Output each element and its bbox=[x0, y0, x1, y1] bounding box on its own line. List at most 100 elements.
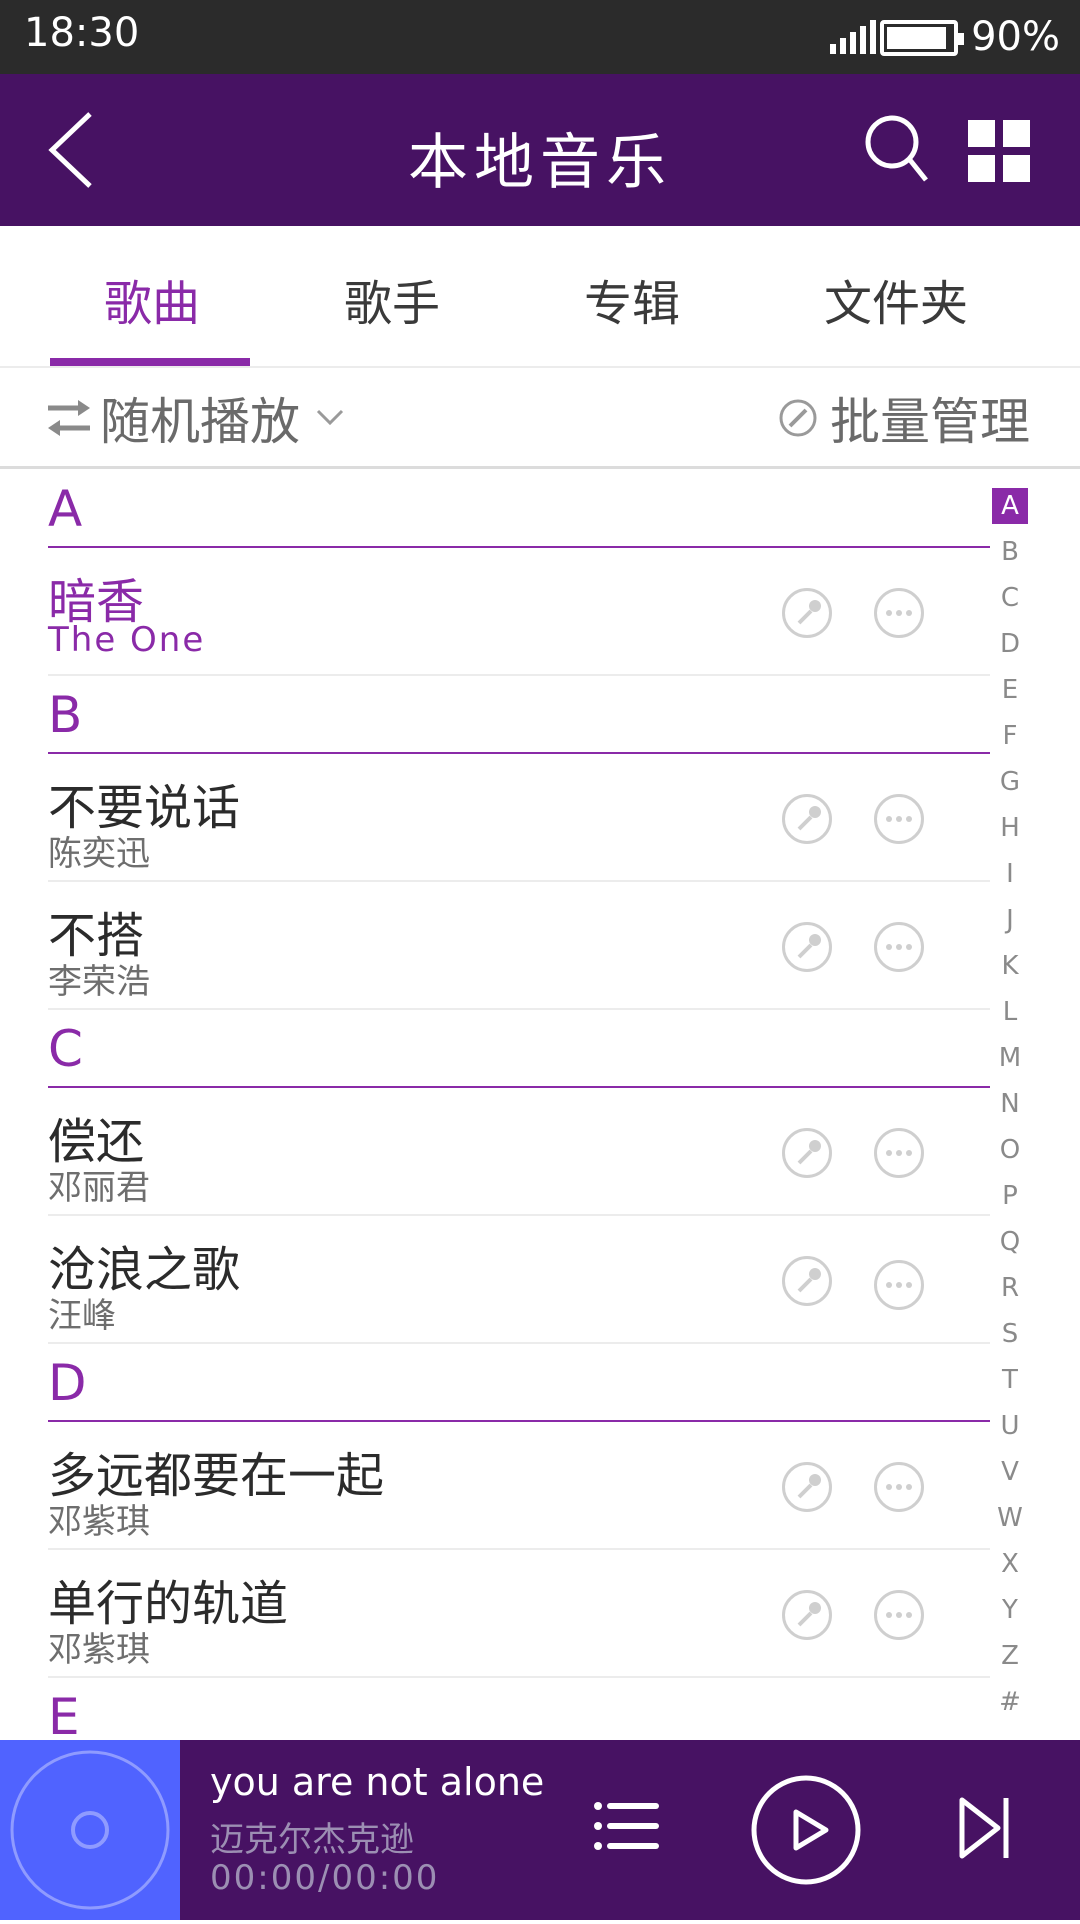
album-art[interactable] bbox=[0, 1740, 180, 1920]
section-divider bbox=[48, 752, 990, 754]
index-letter[interactable]: D bbox=[992, 626, 1028, 662]
index-letter[interactable]: U bbox=[992, 1408, 1028, 1444]
mic-button[interactable] bbox=[782, 1462, 832, 1512]
status-time: 18:30 bbox=[24, 10, 140, 56]
mic-button[interactable] bbox=[782, 922, 832, 972]
more-icon bbox=[886, 610, 912, 616]
shuffle-icon bbox=[48, 400, 90, 436]
battery-percent: 90% bbox=[971, 14, 1060, 60]
row-divider bbox=[48, 880, 990, 882]
index-letter[interactable]: C bbox=[992, 580, 1028, 616]
section-header: E bbox=[48, 1688, 80, 1740]
play-mode-button[interactable]: 随机播放 bbox=[48, 390, 350, 451]
mic-button[interactable] bbox=[782, 1256, 832, 1306]
row-divider bbox=[48, 1548, 990, 1550]
chevron-down-icon bbox=[316, 409, 344, 426]
index-letter[interactable]: Y bbox=[992, 1592, 1028, 1628]
more-button[interactable] bbox=[874, 1462, 924, 1512]
batch-manage-button[interactable]: 批量管理 bbox=[778, 390, 1030, 451]
next-button[interactable] bbox=[958, 1796, 1014, 1860]
more-icon bbox=[886, 944, 912, 950]
more-button[interactable] bbox=[874, 922, 924, 972]
mic-button[interactable] bbox=[782, 1590, 832, 1640]
now-playing-time: 00:00/00:00 bbox=[210, 1858, 440, 1898]
mic-button[interactable] bbox=[782, 794, 832, 844]
grid-view-button[interactable] bbox=[968, 120, 1030, 182]
batch-manage-label: 批量管理 bbox=[830, 393, 1030, 451]
search-icon bbox=[865, 115, 928, 182]
index-letter[interactable]: P bbox=[992, 1178, 1028, 1214]
now-playing-title: you are not alone bbox=[210, 1760, 545, 1804]
index-letter[interactable]: I bbox=[992, 856, 1028, 892]
index-letter[interactable]: R bbox=[992, 1270, 1028, 1306]
play-mode-label: 随机播放 bbox=[100, 393, 300, 451]
index-letter[interactable]: E bbox=[992, 672, 1028, 708]
tab-folders[interactable]: 文件夹 bbox=[824, 264, 968, 334]
skip-next-icon bbox=[959, 1797, 1009, 1859]
index-letter[interactable]: J bbox=[992, 902, 1028, 938]
list-toolbar: 随机播放 批量管理 bbox=[0, 368, 1080, 469]
index-letter[interactable]: L bbox=[992, 994, 1028, 1030]
song-artist: 邓丽君 bbox=[48, 1168, 150, 1208]
index-letter[interactable]: V bbox=[992, 1454, 1028, 1490]
index-letter[interactable]: N bbox=[992, 1086, 1028, 1122]
row-divider bbox=[48, 674, 990, 676]
mic-button[interactable] bbox=[782, 588, 832, 638]
song-list: A 暗香 The One B 不要说话 陈奕迅 不搭 李荣浩 C 偿还 邓丽君 … bbox=[0, 468, 990, 1740]
active-tab-indicator bbox=[50, 358, 250, 366]
microphone-icon bbox=[797, 806, 821, 831]
section-divider bbox=[48, 1086, 990, 1088]
more-button[interactable] bbox=[874, 1260, 924, 1310]
row-divider bbox=[48, 1214, 990, 1216]
song-artist: 陈奕迅 bbox=[48, 834, 150, 874]
playlist-button[interactable] bbox=[590, 1796, 660, 1856]
search-button[interactable] bbox=[862, 112, 930, 184]
index-letter[interactable]: G bbox=[992, 764, 1028, 800]
index-letter[interactable]: O bbox=[992, 1132, 1028, 1168]
more-button[interactable] bbox=[874, 1590, 924, 1640]
section-divider bbox=[48, 546, 990, 548]
index-letter[interactable]: S bbox=[992, 1316, 1028, 1352]
index-letter[interactable]: K bbox=[992, 948, 1028, 984]
more-icon bbox=[886, 1484, 912, 1490]
tab-albums[interactable]: 专辑 bbox=[584, 264, 680, 334]
index-letter[interactable]: H bbox=[992, 810, 1028, 846]
tab-bar: 歌曲 歌手 专辑 文件夹 bbox=[0, 226, 1080, 368]
more-button[interactable] bbox=[874, 794, 924, 844]
tab-songs[interactable]: 歌曲 bbox=[104, 264, 200, 334]
index-letter[interactable]: T bbox=[992, 1362, 1028, 1398]
section-divider bbox=[48, 1420, 990, 1422]
more-button[interactable] bbox=[874, 1128, 924, 1178]
microphone-icon bbox=[797, 1474, 821, 1499]
tab-artists[interactable]: 歌手 bbox=[344, 264, 440, 334]
mic-button[interactable] bbox=[782, 1128, 832, 1178]
index-letter[interactable]: A bbox=[992, 488, 1028, 524]
index-letter[interactable]: W bbox=[992, 1500, 1028, 1536]
index-letter[interactable]: Z bbox=[992, 1638, 1028, 1674]
index-letter[interactable]: M bbox=[992, 1040, 1028, 1076]
now-playing-artist: 迈克尔杰克逊 bbox=[210, 1820, 414, 1860]
index-letter[interactable]: B bbox=[992, 534, 1028, 570]
index-letter[interactable]: X bbox=[992, 1546, 1028, 1582]
microphone-icon bbox=[797, 1140, 821, 1165]
more-button[interactable] bbox=[874, 588, 924, 638]
index-letter[interactable]: Q bbox=[992, 1224, 1028, 1260]
section-header: D bbox=[48, 1354, 87, 1412]
more-icon bbox=[886, 1612, 912, 1618]
play-button[interactable] bbox=[750, 1774, 862, 1886]
song-artist: The One bbox=[48, 620, 206, 660]
microphone-icon bbox=[797, 1268, 821, 1293]
microphone-icon bbox=[797, 934, 821, 959]
mini-player: you are not alone 迈克尔杰克逊 00:00/00:00 bbox=[0, 1740, 1080, 1920]
section-header: A bbox=[48, 480, 83, 538]
index-letter[interactable]: F bbox=[992, 718, 1028, 754]
song-artist: 汪峰 bbox=[48, 1296, 116, 1336]
song-artist: 邓紫琪 bbox=[48, 1630, 150, 1670]
index-letter[interactable]: # bbox=[992, 1684, 1028, 1720]
disc-icon bbox=[10, 1750, 170, 1910]
more-icon bbox=[886, 1150, 912, 1156]
grid-icon bbox=[968, 120, 1030, 182]
more-icon bbox=[886, 816, 912, 822]
section-header: C bbox=[48, 1020, 83, 1078]
row-divider bbox=[48, 1008, 990, 1010]
